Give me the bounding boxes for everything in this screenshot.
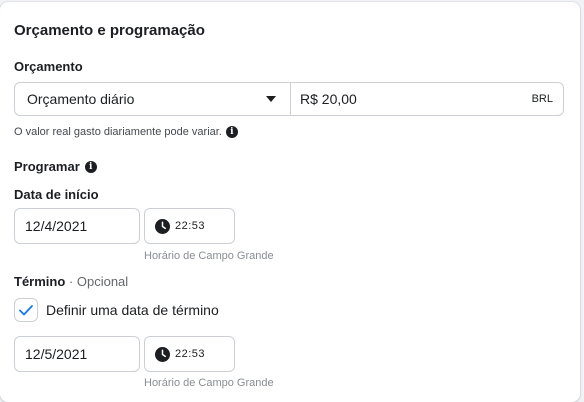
clock-icon — [155, 218, 170, 234]
budget-type-value: Orçamento diário — [27, 91, 135, 107]
start-date-input[interactable]: 12/4/2021 — [14, 208, 140, 244]
set-end-date-label[interactable]: Definir uma data de término — [46, 302, 219, 318]
schedule-label: Programar — [14, 159, 80, 174]
budget-hint: O valor real gasto diariamente pode vari… — [14, 126, 238, 138]
end-date-label: Término — [14, 274, 66, 289]
end-date-heading: Término · Opcional — [14, 274, 128, 289]
optional-tag: · Opcional — [68, 274, 129, 289]
currency-code: BRL — [531, 93, 553, 105]
start-timezone: Horário de Campo Grande — [144, 250, 274, 262]
budget-amount-input[interactable]: R$ 20,00 BRL — [291, 83, 563, 115]
budget-field-group: Orçamento diário R$ 20,00 BRL — [14, 82, 564, 116]
budget-type-select[interactable]: Orçamento diário — [15, 83, 291, 115]
end-date-input[interactable]: 12/5/2021 — [14, 336, 140, 372]
clock-icon — [155, 346, 170, 362]
budget-hint-text: O valor real gasto diariamente pode vari… — [14, 126, 222, 138]
end-time-value: 22:53 — [175, 348, 206, 360]
budget-schedule-card: Orçamento e programação Orçamento Orçame… — [0, 2, 580, 402]
budget-amount-value: R$ 20,00 — [300, 91, 357, 107]
checkmark-icon — [19, 304, 33, 315]
schedule-heading: Programar i — [14, 159, 97, 174]
start-time-input[interactable]: 22:53 — [144, 208, 235, 244]
start-date-value: 12/4/2021 — [25, 218, 88, 234]
start-time-value: 22:53 — [175, 220, 206, 232]
info-icon[interactable]: i — [225, 126, 238, 138]
section-title: Orçamento e programação — [14, 22, 205, 39]
end-timezone: Horário de Campo Grande — [144, 377, 274, 389]
end-date-value: 12/5/2021 — [25, 346, 88, 362]
caret-down-icon — [266, 96, 276, 102]
start-date-label: Data de início — [14, 187, 99, 202]
end-time-input[interactable]: 22:53 — [144, 336, 235, 372]
set-end-date-checkbox[interactable] — [14, 298, 38, 322]
budget-label: Orçamento — [14, 59, 83, 74]
info-icon[interactable]: i — [84, 160, 97, 173]
